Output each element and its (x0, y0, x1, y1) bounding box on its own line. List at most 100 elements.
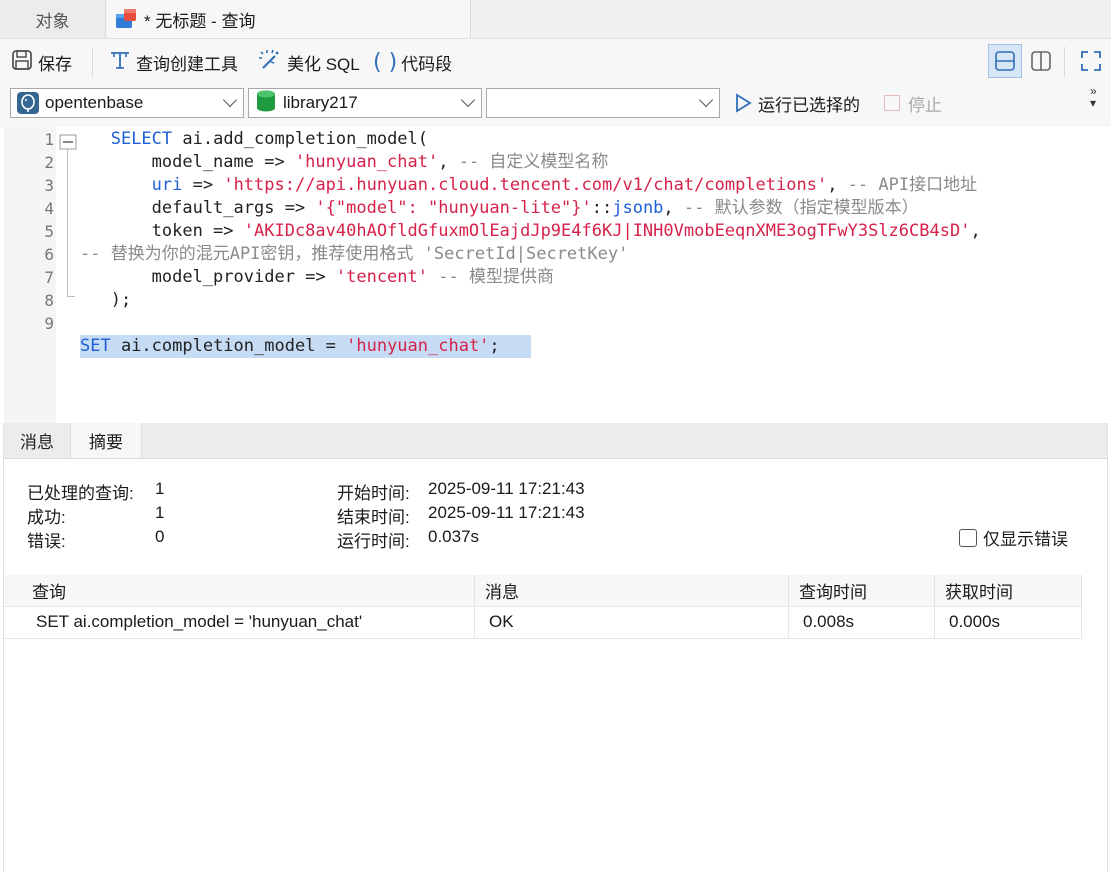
result-tabs: 消息 摘要 (4, 423, 1107, 459)
horizontal-split-button[interactable] (988, 44, 1022, 78)
query-table-icon (114, 8, 138, 30)
parentheses-icon: ( ) (373, 49, 398, 75)
code-line: ); (80, 290, 132, 310)
beautify-sql-label: 美化 SQL (287, 54, 360, 74)
vertical-split-button[interactable] (1024, 44, 1058, 78)
database-icon (255, 89, 277, 118)
code-line: SET ai.completion_model = 'hunyuan_chat'… (80, 336, 500, 356)
line-number: 2 (44, 153, 54, 172)
errors-only-checkbox[interactable]: 仅显示错误 (959, 525, 1068, 550)
connection-select-value: opentenbase (45, 93, 144, 112)
runtime-value: 0.037s (428, 527, 480, 546)
fold-collapse-icon[interactable] (59, 134, 77, 150)
code-line: SELECT ai.add_completion_model( (110, 129, 429, 149)
run-selected-button[interactable]: 运行已选择的 (734, 88, 860, 118)
line-number: 4 (44, 199, 54, 218)
tab-bar: 对象 * 无标题 - 查询 (0, 0, 1111, 39)
schema-select[interactable] (486, 88, 720, 118)
save-button[interactable]: 保存 (10, 47, 72, 77)
database-select[interactable]: library217 (248, 88, 482, 118)
save-icon (10, 48, 34, 77)
stop-icon (884, 95, 900, 111)
fold-end (67, 296, 75, 297)
start-time-value: 2025-09-11 17:21:43 (428, 479, 585, 498)
toolbar: 保存 查询创建工具 美化 SQL ( ) 代码段 (0, 39, 1111, 85)
code-line: model_name => 'hunyuan_chat', -- 自定义模型名称 (80, 152, 609, 172)
cell-query-time: 0.008s (789, 606, 935, 638)
selector-row: opentenbase library217 运行已选择的 停止 » ▾ (0, 85, 1111, 127)
line-number: 9 (44, 314, 54, 333)
end-time-label: 结束时间: (337, 508, 410, 527)
beautify-sql-button[interactable]: 美化 SQL (257, 47, 360, 77)
fold-line (67, 150, 68, 296)
checkbox-box[interactable] (959, 528, 977, 547)
run-selected-label: 运行已选择的 (758, 95, 860, 115)
line-number: 5 (44, 222, 54, 241)
play-icon (736, 93, 752, 113)
code-snippet-label: 代码段 (401, 54, 453, 74)
line-number: 3 (44, 176, 54, 195)
runtime-label: 运行时间: (337, 532, 410, 551)
tab-summary[interactable]: 摘要 (70, 423, 142, 458)
fullscreen-button[interactable] (1074, 44, 1108, 78)
tab-messages[interactable]: 消息 (4, 423, 70, 458)
cell-query: SET ai.completion_model = 'hunyuan_chat' (4, 606, 475, 638)
code-line: token => 'AKIDc8av40hAOfldGfuxmOlEajdJp9… (80, 221, 981, 241)
chevron-down-icon (460, 92, 476, 108)
line-number: 1 (44, 130, 54, 149)
table-row[interactable]: SET ai.completion_model = 'hunyuan_chat'… (4, 606, 1082, 639)
code-area[interactable]: SELECT ai.add_completion_model( model_na… (80, 128, 981, 358)
query-builder-label: 查询创建工具 (136, 54, 238, 74)
code-line: -- 替换为你的混元API密钥，推荐使用格式 'SecretId|SecretK… (80, 244, 629, 264)
column-header-message-label: 消息 (485, 583, 519, 602)
success-value: 1 (155, 503, 165, 522)
tab-objects-label: 对象 (35, 11, 70, 31)
code-snippet-button[interactable]: ( ) 代码段 (373, 47, 452, 77)
line-number: 6 (44, 245, 54, 264)
cell-message: OK (475, 606, 789, 638)
column-header-query-time-label: 查询时间 (799, 583, 867, 602)
error-label: 错误: (27, 532, 66, 551)
fullscreen-icon (1081, 51, 1101, 71)
line-number: 8 (44, 291, 54, 310)
end-time-value: 2025-09-11 17:21:43 (428, 503, 585, 522)
processed-value: 1 (155, 479, 165, 498)
tab-objects[interactable]: 对象 (0, 0, 106, 38)
success-label: 成功: (27, 508, 66, 527)
stop-label: 停止 (908, 95, 942, 115)
horizontal-split-icon (995, 51, 1015, 71)
chevron-down-icon (698, 92, 714, 108)
database-select-value: library217 (283, 93, 358, 112)
column-header-query-time[interactable]: 查询时间 (789, 575, 935, 606)
connection-select[interactable]: opentenbase (10, 88, 244, 118)
grid-header: 查询 消息 查询时间 获取时间 (4, 575, 1082, 607)
toolbar-divider-right (1064, 47, 1065, 77)
column-header-message[interactable]: 消息 (475, 575, 789, 606)
toolbar-divider (92, 47, 93, 77)
postgresql-icon (17, 92, 39, 114)
query-builder-button[interactable]: 查询创建工具 (108, 47, 238, 77)
code-line: model_provider => 'tencent' -- 模型提供商 (80, 267, 554, 287)
tab-messages-label: 消息 (20, 433, 54, 452)
cell-fetch-time: 0.000s (935, 606, 1082, 638)
right-border (1107, 423, 1108, 871)
code-line: default_args => '{"model": "hunyuan-lite… (80, 198, 919, 218)
query-builder-icon (108, 48, 132, 77)
left-border (3, 423, 4, 871)
tab-summary-label: 摘要 (89, 433, 123, 452)
save-label: 保存 (38, 54, 72, 74)
code-line: uri => 'https://api.hunyuan.cloud.tencen… (151, 175, 978, 195)
vertical-split-icon (1031, 51, 1051, 71)
column-header-query[interactable]: 查询 (4, 575, 475, 606)
stop-button[interactable]: 停止 (884, 88, 942, 118)
overflow-chevron-icon[interactable]: » ▾ (1090, 85, 1097, 109)
tab-query[interactable]: * 无标题 - 查询 (106, 0, 471, 38)
error-value: 0 (155, 527, 165, 546)
column-header-fetch-time[interactable]: 获取时间 (935, 575, 1082, 606)
chevron-down-icon (222, 92, 238, 108)
tab-query-label: * 无标题 - 查询 (144, 11, 256, 31)
errors-only-label: 仅显示错误 (983, 530, 1068, 549)
start-time-label: 开始时间: (337, 484, 410, 503)
column-header-query-label: 查询 (32, 583, 66, 602)
